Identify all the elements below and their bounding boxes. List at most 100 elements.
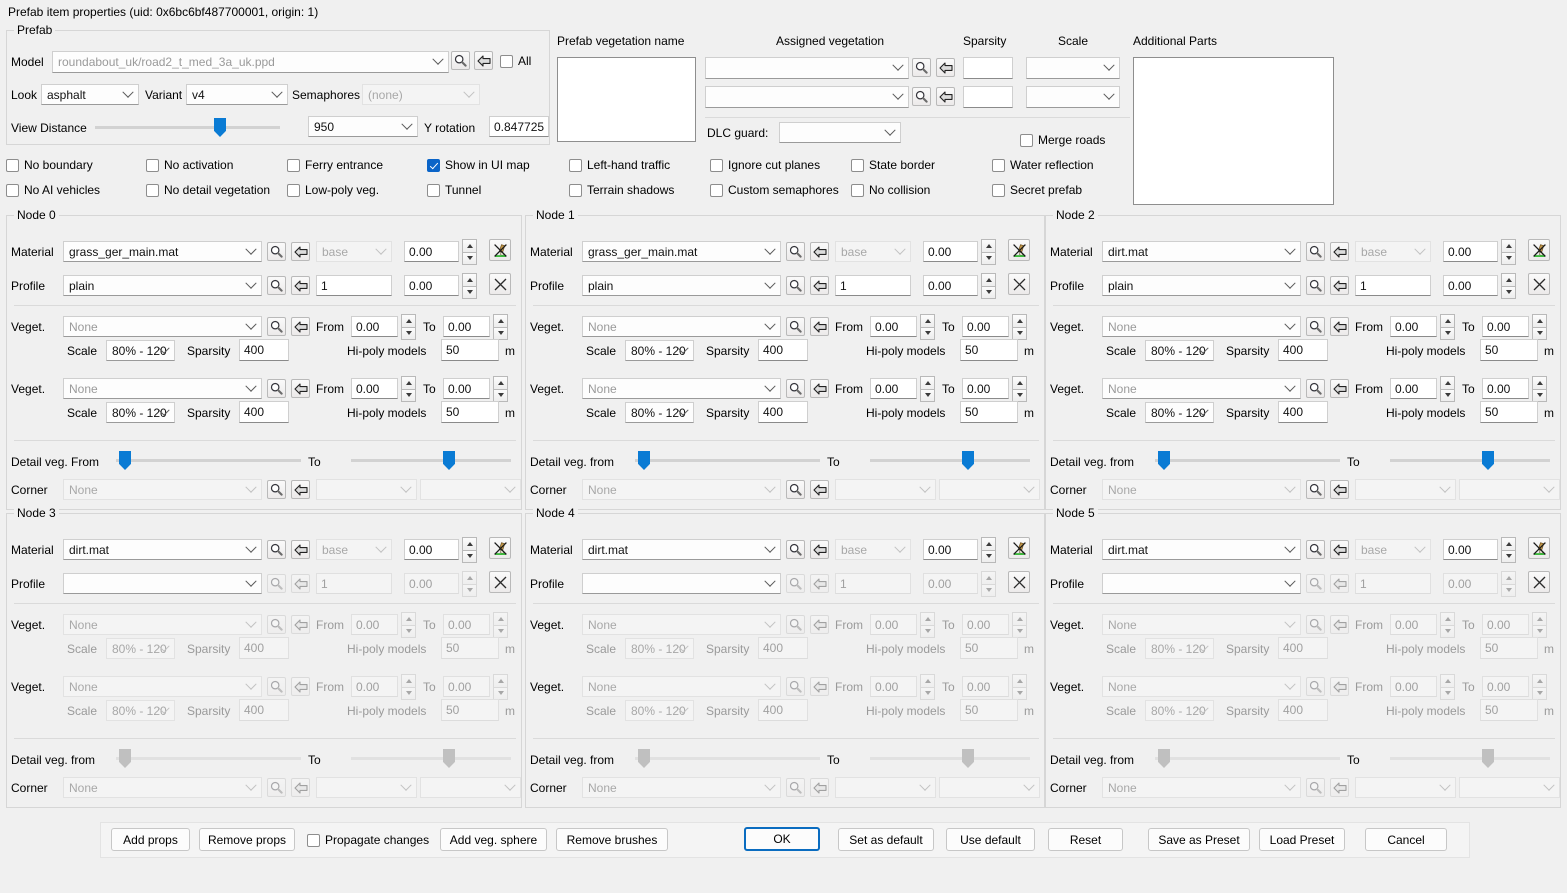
node-2-material-search-icon[interactable]: [1306, 242, 1325, 261]
assigned-vegetation-back-arrow-icon-2[interactable]: [936, 87, 955, 106]
node-3-veg-0-back-arrow-icon[interactable]: [291, 615, 310, 634]
node-0-veg-1-sparsity-field[interactable]: 400: [239, 401, 289, 423]
node-3-clear-profile-icon[interactable]: [489, 571, 511, 593]
node-2-detail-veg-from-slider[interactable]: [1155, 450, 1340, 470]
node-0-veg-1-hipoly-field[interactable]: 50: [441, 401, 499, 423]
node-3-profile-offset-spinner-down[interactable]: [462, 583, 477, 597]
node-3-profile-search-icon[interactable]: [267, 574, 286, 593]
node-0-veg-0-scale-combobox[interactable]: 80% - 120: [106, 340, 175, 361]
checkbox-terrain-shadows[interactable]: Terrain shadows: [569, 183, 674, 197]
node-1-veg-1-to-spinner[interactable]: [1012, 376, 1027, 402]
node-0-material-offset-spinner[interactable]: [462, 239, 477, 265]
node-5-veg-1-hipoly-field[interactable]: 50: [1480, 699, 1538, 721]
node-3-detail-veg-to-slider-thumb[interactable]: [443, 749, 455, 768]
node-4-veg-1-to-spinner-up[interactable]: [1012, 674, 1027, 687]
node-2-veg-0-to-spinner-up[interactable]: [1532, 314, 1547, 327]
node-0-corner-option-combobox-2[interactable]: [420, 479, 521, 500]
y-rotation-field[interactable]: 0.847725: [489, 116, 549, 137]
node-4-remove-brush-icon[interactable]: [1008, 537, 1030, 559]
node-3-veg-1-from-spinner-up[interactable]: [401, 674, 416, 687]
node-4-profile-combobox[interactable]: [582, 573, 781, 594]
node-3-material-back-arrow-icon[interactable]: [291, 540, 310, 559]
node-2-veg-1-scale-combobox[interactable]: 80% - 120: [1145, 402, 1214, 423]
checkbox-show-in-ui-map[interactable]: Show in UI map: [427, 158, 530, 172]
node-4-veg-0-from-field[interactable]: 0.00: [870, 614, 917, 635]
node-3-veg-0-combobox[interactable]: None: [63, 614, 262, 635]
node-5-veg-0-sparsity-field[interactable]: 400: [1278, 637, 1328, 659]
node-4-detail-veg-from-slider[interactable]: [635, 748, 820, 768]
node-5-detail-veg-from-slider[interactable]: [1155, 748, 1340, 768]
node-2-veg-1-to-spinner[interactable]: [1532, 376, 1547, 402]
node-3-material-offset-field[interactable]: 0.00: [404, 539, 459, 560]
node-5-veg-0-from-spinner[interactable]: [1440, 612, 1455, 638]
node-2-veg-0-sparsity-field[interactable]: 400: [1278, 339, 1328, 361]
checkbox-left-hand-traffic[interactable]: Left-hand traffic: [569, 158, 670, 172]
node-0-profile-offset-spinner-up[interactable]: [462, 273, 477, 286]
node-3-veg-0-to-spinner[interactable]: [493, 612, 508, 638]
node-1-profile-offset-spinner-down[interactable]: [981, 285, 996, 299]
node-3-veg-0-to-field[interactable]: 0.00: [443, 614, 490, 635]
node-4-veg-1-from-spinner[interactable]: [920, 674, 935, 700]
node-0-veg-1-back-arrow-icon[interactable]: [291, 379, 310, 398]
node-5-clear-profile-icon[interactable]: [1528, 571, 1550, 593]
node-1-veg-1-from-field[interactable]: 0.00: [870, 378, 917, 399]
node-4-veg-1-from-spinner-down[interactable]: [920, 686, 935, 700]
node-3-material-offset-spinner[interactable]: [462, 537, 477, 563]
node-0-clear-profile-icon[interactable]: [489, 273, 511, 295]
node-4-detail-veg-from-slider-thumb[interactable]: [638, 749, 650, 768]
node-3-veg-1-from-spinner-down[interactable]: [401, 686, 416, 700]
node-1-veg-1-scale-combobox[interactable]: 80% - 120: [625, 402, 694, 423]
dlc-guard-combobox[interactable]: [779, 122, 901, 143]
node-0-material-combobox[interactable]: grass_ger_main.mat: [63, 241, 262, 262]
node-3-corner-combobox[interactable]: None: [63, 777, 262, 798]
node-4-veg-0-to-spinner-down[interactable]: [1012, 624, 1027, 638]
node-1-material-offset-spinner-down[interactable]: [981, 251, 996, 265]
node-5-veg-1-to-spinner[interactable]: [1532, 674, 1547, 700]
node-0-veg-1-to-spinner-down[interactable]: [493, 388, 508, 402]
node-1-material-offset-spinner[interactable]: [981, 239, 996, 265]
node-4-material-offset-spinner-up[interactable]: [981, 537, 996, 550]
node-3-profile-count-field[interactable]: 1: [316, 573, 392, 594]
node-4-corner-option-combobox-2[interactable]: [939, 777, 1040, 798]
node-5-veg-0-hipoly-field[interactable]: 50: [1480, 637, 1538, 659]
node-4-veg-0-search-icon[interactable]: [786, 615, 805, 634]
assigned-vegetation-combobox-2[interactable]: [705, 86, 909, 108]
model-search-icon[interactable]: [451, 51, 470, 70]
node-0-detail-veg-to-slider[interactable]: [351, 450, 511, 470]
node-3-material-offset-spinner-up[interactable]: [462, 537, 477, 550]
node-1-profile-search-icon[interactable]: [786, 276, 805, 295]
assigned-vegetation-search-icon-2[interactable]: [912, 87, 931, 106]
node-4-veg-0-scale-combobox[interactable]: 80% - 120: [625, 638, 694, 659]
node-3-veg-1-search-icon[interactable]: [267, 677, 286, 696]
node-4-veg-0-back-arrow-icon[interactable]: [810, 615, 829, 634]
node-3-profile-combobox[interactable]: [63, 573, 262, 594]
node-5-material-variant-combobox[interactable]: base: [1355, 539, 1431, 560]
node-1-corner-option-combobox-2[interactable]: [939, 479, 1040, 500]
node-0-profile-offset-spinner-down[interactable]: [462, 285, 477, 299]
node-1-clear-profile-icon[interactable]: [1008, 273, 1030, 295]
node-2-veg-0-to-field[interactable]: 0.00: [1482, 316, 1529, 337]
node-0-veg-1-search-icon[interactable]: [267, 379, 286, 398]
node-1-veg-1-hipoly-field[interactable]: 50: [960, 401, 1018, 423]
node-4-corner-combobox[interactable]: None: [582, 777, 781, 798]
node-4-veg-0-sparsity-field[interactable]: 400: [758, 637, 808, 659]
node-5-detail-veg-to-slider[interactable]: [1390, 748, 1550, 768]
node-2-profile-combobox[interactable]: plain: [1102, 275, 1301, 296]
checkbox-no-ai-vehicles[interactable]: No AI vehicles: [6, 183, 100, 197]
node-5-profile-offset-field[interactable]: 0.00: [1443, 573, 1498, 594]
node-2-material-back-arrow-icon[interactable]: [1330, 242, 1349, 261]
node-3-veg-1-sparsity-field[interactable]: 400: [239, 699, 289, 721]
assigned-vegetation-back-arrow-icon-1[interactable]: [936, 58, 955, 77]
node-3-veg-1-from-field[interactable]: 0.00: [351, 676, 398, 697]
node-2-veg-1-from-spinner[interactable]: [1440, 376, 1455, 402]
checkbox-merge-roads[interactable]: Merge roads: [1020, 133, 1105, 147]
save-as-preset-button[interactable]: Save as Preset: [1148, 828, 1250, 851]
node-3-veg-1-scale-combobox[interactable]: 80% - 120: [106, 700, 175, 721]
node-5-veg-0-back-arrow-icon[interactable]: [1330, 615, 1349, 634]
checkbox-no-collision[interactable]: No collision: [851, 183, 930, 197]
add-veg-sphere-button[interactable]: Add veg. sphere: [440, 828, 547, 851]
node-1-profile-offset-spinner-up[interactable]: [981, 273, 996, 286]
node-3-veg-1-hipoly-field[interactable]: 50: [441, 699, 499, 721]
node-0-veg-1-from-spinner-up[interactable]: [401, 376, 416, 389]
node-5-veg-1-from-spinner-down[interactable]: [1440, 686, 1455, 700]
